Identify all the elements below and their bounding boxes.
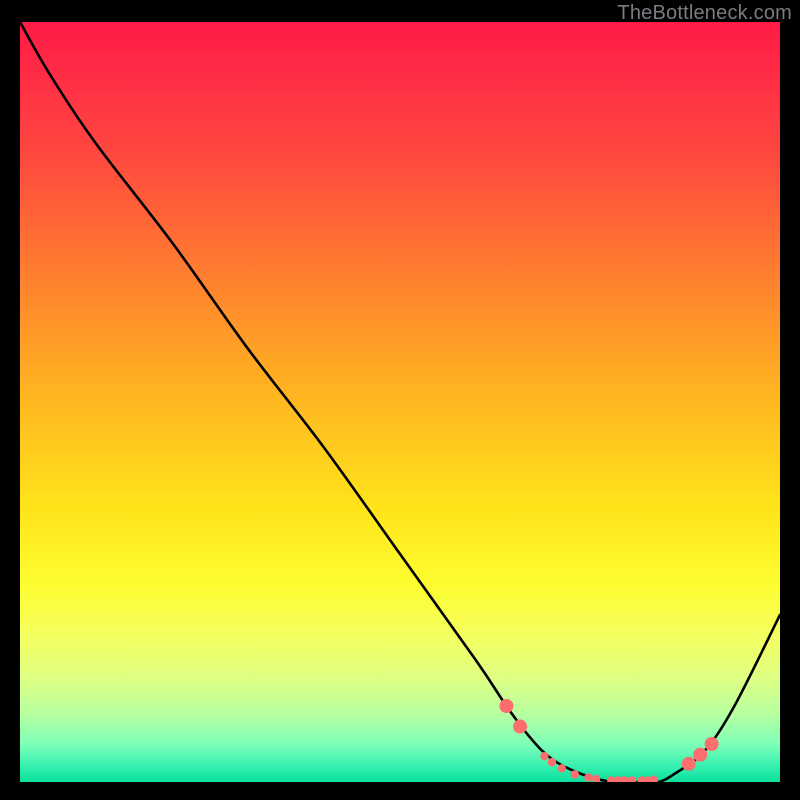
marker-point xyxy=(571,770,579,778)
marker-point xyxy=(628,776,636,782)
marker-point xyxy=(705,737,719,751)
marker-point xyxy=(499,699,513,713)
chart-stage: TheBottleneck.com xyxy=(0,0,800,800)
marker-point xyxy=(614,776,622,782)
marker-point xyxy=(513,720,527,734)
marker-point xyxy=(644,776,652,782)
marker-point xyxy=(540,752,548,760)
marker-point xyxy=(548,758,556,766)
highlighted-points xyxy=(499,699,718,782)
bottleneck-curve xyxy=(20,22,780,782)
marker-point xyxy=(650,776,658,782)
marker-point xyxy=(607,776,615,782)
marker-point xyxy=(592,775,600,782)
marker-point xyxy=(682,757,696,771)
plot-area xyxy=(20,22,780,782)
marker-point xyxy=(637,776,645,782)
marker-point xyxy=(693,748,707,762)
marker-point xyxy=(558,764,566,772)
marker-point xyxy=(584,773,592,781)
bottleneck-curve-svg xyxy=(20,22,780,782)
marker-point xyxy=(620,776,628,782)
